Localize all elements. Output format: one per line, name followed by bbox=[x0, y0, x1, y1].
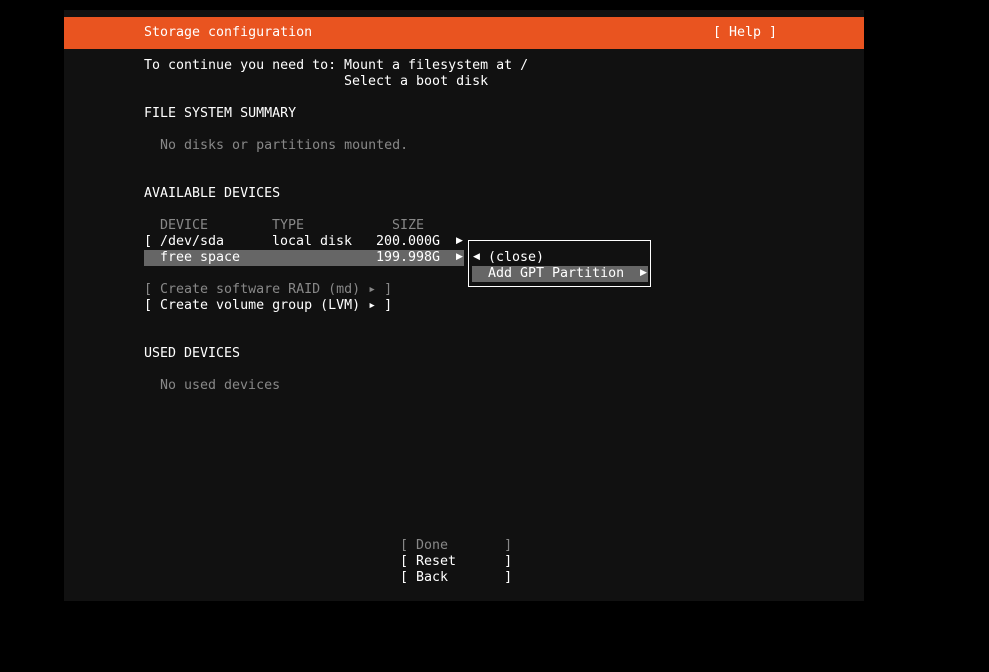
done-button[interactable]: [ Done ] bbox=[400, 538, 512, 554]
device-name: /dev/sda bbox=[160, 234, 225, 249]
menu-item-close[interactable]: (close) bbox=[488, 250, 544, 266]
device-size: 199.998G bbox=[376, 250, 441, 265]
column-header-type: TYPE bbox=[272, 218, 305, 233]
page-title: Storage configuration bbox=[144, 25, 313, 40]
fs-summary-heading: FILE SYSTEM SUMMARY bbox=[144, 106, 297, 121]
column-header-device: DEVICE bbox=[160, 218, 209, 233]
column-header-size: SIZE bbox=[392, 218, 425, 233]
back-button[interactable]: [ Back ] bbox=[400, 570, 512, 586]
instruction-item: Select a boot disk bbox=[344, 74, 489, 89]
create-lvm-button[interactable]: [ Create volume group (LVM) ▸ ] bbox=[144, 298, 392, 314]
device-size: 200.000G bbox=[376, 234, 441, 249]
create-raid-button[interactable]: [ Create software RAID (md) ▸ ] bbox=[144, 282, 392, 298]
used-devices-heading: USED DEVICES bbox=[144, 346, 241, 361]
fs-summary-empty: No disks or partitions mounted. bbox=[160, 138, 409, 153]
menu-item-label: Add GPT Partition bbox=[488, 266, 625, 281]
device-name: free space bbox=[160, 250, 241, 265]
right-triangle-icon: ▶ bbox=[456, 236, 463, 246]
reset-button[interactable]: [ Reset ] bbox=[400, 554, 512, 570]
help-button[interactable]: [ Help ] bbox=[713, 25, 777, 41]
right-triangle-icon: ▶ bbox=[456, 252, 463, 262]
right-triangle-icon: ▶ bbox=[640, 268, 647, 278]
used-devices-empty: No used devices bbox=[160, 378, 281, 393]
device-type: local disk bbox=[272, 234, 353, 249]
row-bracket: [ bbox=[144, 234, 153, 249]
left-triangle-icon: ◀ bbox=[473, 252, 480, 262]
instructions-lead: To continue you need to: bbox=[144, 58, 337, 73]
instruction-item: Mount a filesystem at / bbox=[344, 58, 529, 73]
available-devices-heading: AVAILABLE DEVICES bbox=[144, 186, 281, 201]
